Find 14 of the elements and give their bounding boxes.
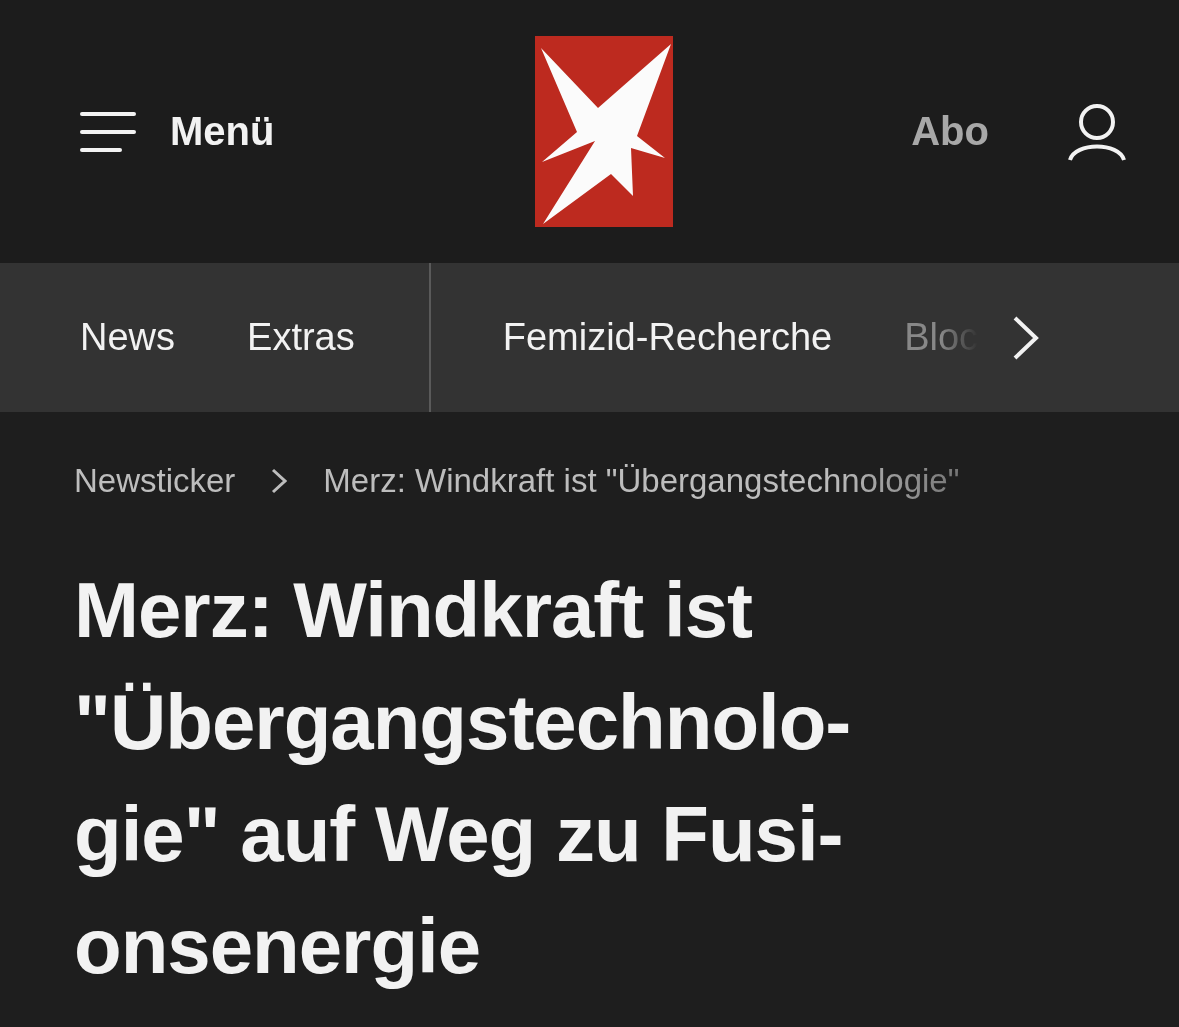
nav-link[interactable]: Femizid-Recherche [502, 316, 833, 359]
menu-icon [80, 110, 136, 153]
user-icon[interactable] [1067, 101, 1127, 162]
nav-link[interactable]: News [80, 316, 176, 359]
subscription-link[interactable]: Abo [911, 109, 989, 154]
breadcrumb-link[interactable]: Merz: Windkraft ist "Übergangstechnologie" [323, 462, 960, 500]
breadcrumb-link[interactable]: Newsticker [74, 462, 236, 500]
logo-icon[interactable] [534, 36, 673, 227]
nav-link[interactable]: Extras [247, 316, 355, 359]
nav-link[interactable]: Bloc [904, 316, 979, 359]
menu-button[interactable]: Menü [80, 109, 275, 154]
chevron-right-icon[interactable] [1012, 314, 1041, 361]
chevron-right-icon [271, 468, 288, 494]
article-headline: Merz: Windkraft ist "Übergangstechnolo- gie" auf Weg zu Fusi- onsenergie [74, 565, 852, 992]
